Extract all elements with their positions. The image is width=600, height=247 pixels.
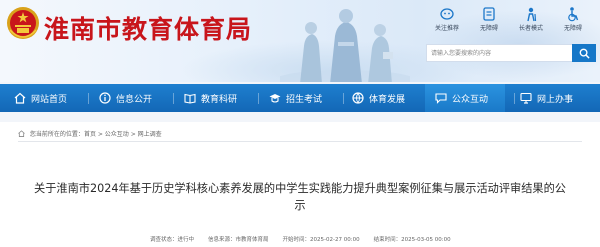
graduation-cap-icon: [269, 94, 281, 103]
home-icon: [18, 130, 25, 137]
accessibility-icon: [483, 7, 495, 21]
nav-label: 招生考试: [286, 94, 323, 105]
monitor-icon: [520, 92, 532, 104]
nav-label: 公众互动: [452, 94, 489, 105]
breadcrumb-prefix: 您当前所在的位置：: [29, 131, 84, 138]
tool-label: 长者模式: [518, 25, 543, 32]
book-icon: [184, 93, 196, 104]
article-meta: 调查状态：进行中 信息来源：市教育体育局 开始时间：2025-02-27 00:00…: [150, 235, 451, 243]
search-icon: [579, 48, 590, 59]
info-icon: [99, 92, 111, 104]
nav-item-enrollment[interactable]: 招生考试: [269, 84, 339, 112]
end-time: 结束时间：2025-03-05 00:00: [373, 237, 451, 243]
start-time: 开始时间：2025-02-27 00:00: [282, 237, 360, 243]
survey-status: 调查状态：进行中: [150, 237, 195, 243]
breadcrumb-divider: [18, 141, 582, 142]
info-source: 信息来源：市教育体育局: [208, 237, 269, 243]
nav-label: 网上办事: [537, 94, 574, 105]
breadcrumb-interaction-link[interactable]: 公众互动: [105, 131, 129, 138]
header-banner: 淮南市教育体育局 关注推荐 无障碍 长者模式 无障碍 请输入您要搜索的内容: [0, 0, 600, 82]
sports-icon: [352, 92, 364, 104]
nav-divider: [343, 93, 344, 104]
header-tools: 关注推荐 无障碍 长者模式 无障碍: [428, 6, 598, 36]
nav-item-sports[interactable]: 体育发展: [352, 84, 422, 112]
search-box: [426, 44, 596, 62]
nav-label: 网站首页: [31, 94, 68, 105]
search-input[interactable]: [427, 45, 575, 61]
nav-item-home[interactable]: 网站首页: [14, 84, 84, 112]
breadcrumb-survey-link[interactable]: 网上调查: [138, 131, 162, 138]
wheelchair-icon: [568, 7, 579, 22]
nav-item-interaction[interactable]: 公众互动: [425, 84, 505, 112]
nav-divider: [514, 93, 515, 104]
tool-label: 无障碍: [563, 25, 582, 32]
nav-item-online-service[interactable]: 网上办事: [520, 84, 596, 112]
content-card: 您当前所在的位置：首页 > 公众互动 > 网上调查 关于淮南市2024年基于历史…: [0, 122, 600, 247]
breadcrumb: 您当前所在的位置：首页 > 公众互动 > 网上调查: [18, 129, 162, 138]
tool-label: 关注推荐: [434, 25, 459, 32]
national-emblem-icon: [7, 7, 39, 39]
tool-accessibility[interactable]: 无障碍: [470, 6, 508, 32]
site-title: 淮南市教育体育局: [44, 15, 253, 44]
breadcrumb-separator: >: [95, 131, 105, 138]
nav-item-research[interactable]: 教育科研: [184, 84, 254, 112]
article-title: 关于淮南市2024年基于历史学科核心素养发展的中学生实践能力提升典型案例征集与展…: [34, 182, 566, 212]
nav-divider: [173, 93, 174, 104]
confucius-statues-illustration: [280, 9, 410, 82]
nav-item-info[interactable]: 信息公开: [99, 84, 169, 112]
tool-label: 无障碍: [479, 25, 498, 32]
nav-divider: [88, 93, 89, 104]
tool-wheelchair[interactable]: 无障碍: [554, 6, 592, 32]
nav-divider: [258, 93, 259, 104]
search-button[interactable]: [572, 44, 596, 62]
nav-label: 体育发展: [369, 94, 406, 105]
home-icon: [14, 92, 26, 104]
tool-wechat[interactable]: 关注推荐: [428, 6, 466, 32]
tool-elder-mode[interactable]: 长者模式: [512, 6, 550, 32]
interaction-icon: [435, 93, 447, 104]
breadcrumb-separator: >: [128, 131, 138, 138]
breadcrumb-home-link[interactable]: 首页: [84, 131, 96, 138]
wechat-icon: [440, 8, 454, 20]
elder-mode-icon: [527, 7, 537, 22]
nav-label: 教育科研: [201, 94, 238, 105]
main-nav: 网站首页 信息公开 教育科研 招生考试 体育发展 公众互动 网上办事: [0, 84, 600, 112]
nav-label: 信息公开: [116, 94, 153, 105]
